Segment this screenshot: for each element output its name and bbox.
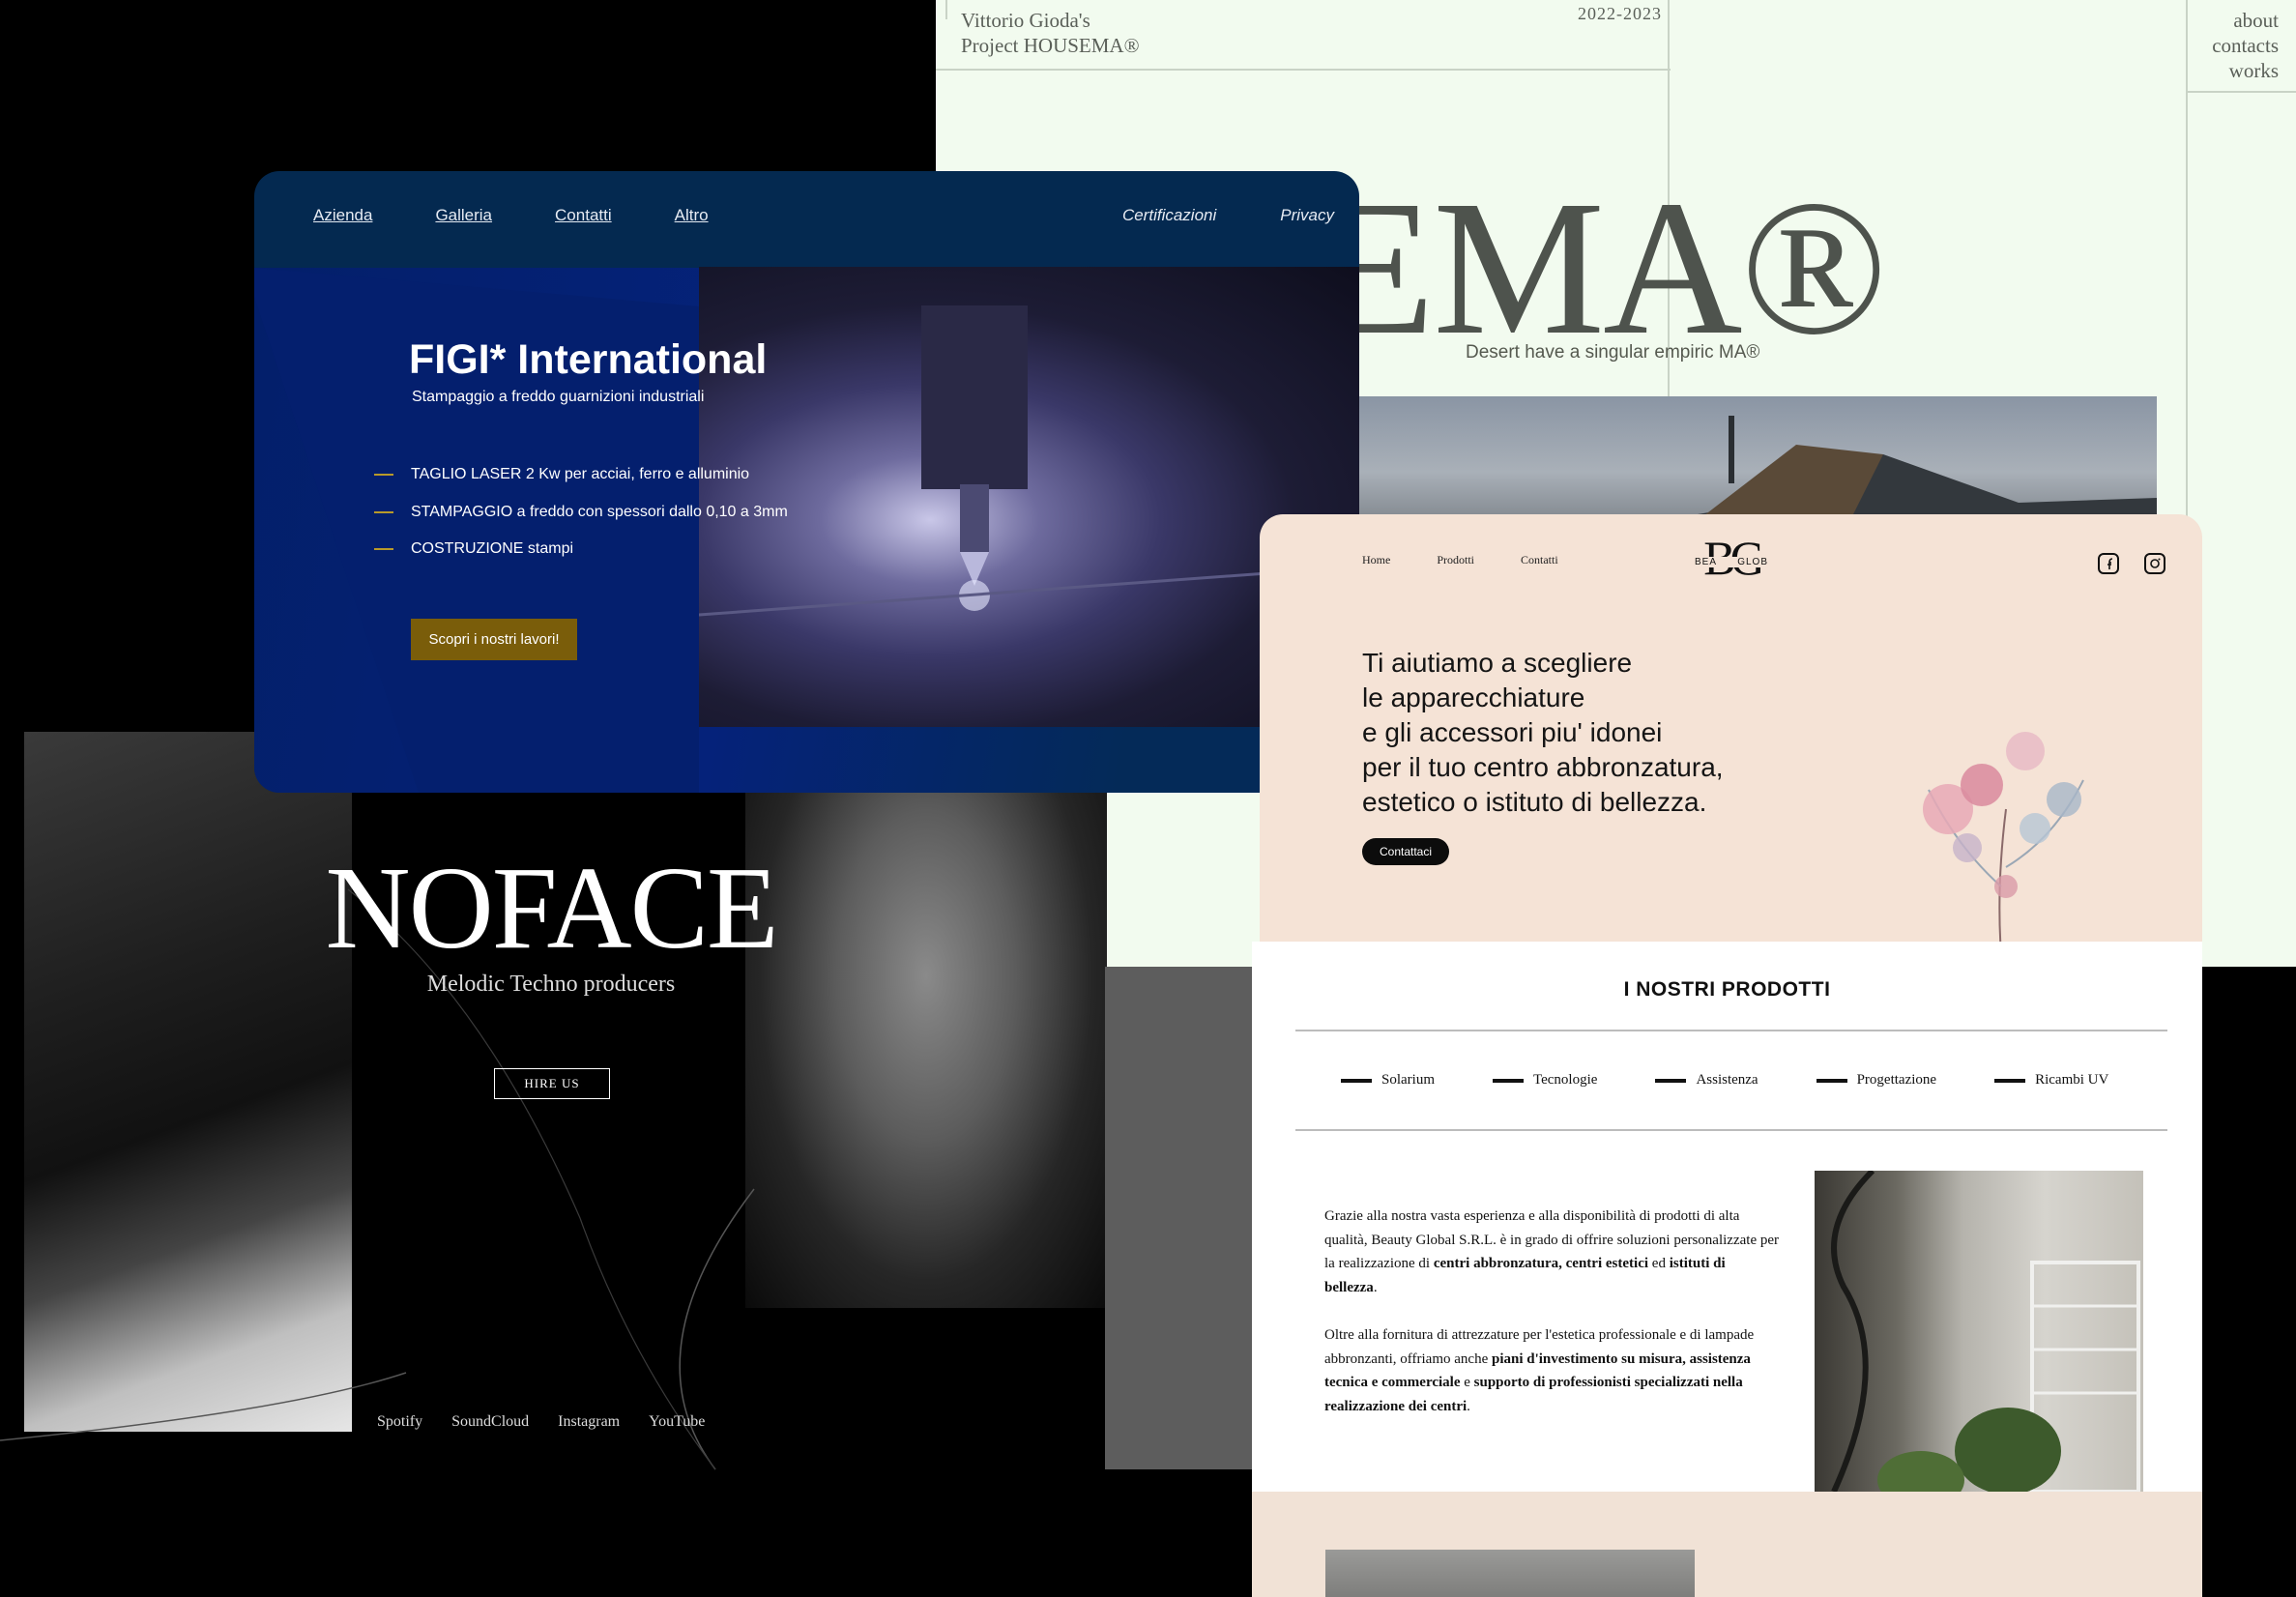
headline-line: estetico o istituto di bellezza. [1362, 787, 1707, 817]
logo-word-right: GLOB [1737, 557, 1768, 567]
about-paragraph-2: Oltre alla fornitura di attrezzature per… [1324, 1323, 1779, 1418]
divider [1295, 1030, 2167, 1031]
noface-social-links: Spotify SoundCloud Instagram YouTube [377, 1413, 705, 1431]
emphasis: centri abbronzatura, centri estetici [1433, 1256, 1649, 1271]
salon-interior-photo [1815, 1168, 2143, 1492]
feature-text: COSTRUZIONE stampi [411, 540, 574, 558]
figi-title: FIGI* International [409, 336, 768, 383]
link-instagram[interactable]: Instagram [558, 1413, 620, 1431]
headline-line: per il tuo centro abbronzatura, [1362, 752, 1724, 782]
category-progettazione[interactable]: Progettazione [1816, 1072, 1936, 1089]
link-spotify[interactable]: Spotify [377, 1413, 422, 1431]
figi-feature-list: TAGLIO LASER 2 Kw per acciai, ferro e al… [374, 456, 788, 568]
category-label: Assistenza [1696, 1072, 1758, 1088]
nav-works[interactable]: works [2212, 58, 2279, 83]
author-line: Vittorio Gioda's [961, 9, 1090, 32]
dash-icon [1341, 1078, 1372, 1083]
category-tecnologie[interactable]: Tecnologie [1493, 1072, 1597, 1089]
decorative-arcs [0, 888, 755, 1470]
logo-word-left: BEA [1695, 557, 1718, 567]
dash-icon [1994, 1078, 2026, 1083]
category-label: Tecnologie [1533, 1072, 1598, 1088]
product-categories: Solarium Tecnologie Assistenza Progettaz… [1341, 1072, 2108, 1089]
category-label: Solarium [1381, 1072, 1435, 1088]
headline-line: le apparecchiature [1362, 682, 1585, 712]
nav-contatti[interactable]: Contatti [1521, 553, 1558, 567]
grid-line [945, 0, 947, 19]
interior-illustration [1831, 1168, 2140, 1492]
dash-icon [374, 474, 393, 477]
noface-subtitle: Melodic Techno producers [426, 972, 676, 997]
gray-background-block [1105, 967, 1252, 1469]
feature-text: STAMPAGGIO a freddo con spessori dallo 0… [411, 503, 788, 520]
about-paragraph-1: Grazie alla nostra vasta esperienza e al… [1324, 1205, 1779, 1299]
dash-icon [374, 510, 393, 513]
gray-image-card [1325, 1550, 1695, 1597]
category-assistenza[interactable]: Assistenza [1655, 1072, 1758, 1089]
project-year: 2022-2023 [1578, 4, 1662, 23]
text: . [1467, 1398, 1470, 1414]
feature-item: TAGLIO LASER 2 Kw per acciai, ferro e al… [374, 456, 788, 494]
category-label: Progettazione [1856, 1072, 1937, 1088]
facebook-glyph [2107, 558, 2113, 569]
grid-line [2186, 91, 2296, 93]
beauty-nav: Home Prodotti Contatti [1362, 553, 1558, 567]
instagram-glyph [2150, 558, 2161, 568]
dash-icon [1493, 1078, 1524, 1083]
nav-galleria[interactable]: Galleria [435, 206, 492, 225]
housema-tagline: Desert have a singular empiric MA® [1466, 342, 1760, 363]
divider [1295, 1129, 2167, 1131]
figi-secondary-nav: Certificazioni Privacy [1122, 206, 1334, 225]
link-youtube[interactable]: YouTube [649, 1413, 705, 1431]
link-soundcloud[interactable]: SoundCloud [451, 1413, 529, 1431]
dash-icon [1816, 1078, 1847, 1083]
project-author: Vittorio Gioda's Project HOUSEMA® [961, 8, 1140, 58]
grid-line [936, 69, 1671, 71]
beauty-global-hero: Home Prodotti Contatti BG BEA GLOB Ti ai… [1260, 514, 2202, 942]
figi-subtitle: Stampaggio a freddo guarnizioni industri… [412, 389, 705, 405]
section-title: I NOSTRI PRODOTTI [1623, 978, 1831, 1001]
text: . [1373, 1279, 1378, 1295]
nav-azienda[interactable]: Azienda [313, 206, 372, 225]
logo-wordmark: BEA GLOB [1695, 557, 1768, 567]
project-name: Project HOUSEMA® [961, 34, 1140, 57]
figi-main-nav: Azienda Galleria Contatti Altro [313, 206, 709, 225]
dash-icon [1655, 1078, 1687, 1083]
contattaci-button[interactable]: Contattaci [1362, 838, 1449, 865]
headline-line: e gli accessori piu' idonei [1362, 717, 1663, 747]
nav-altro[interactable]: Altro [675, 206, 709, 225]
nav-prodotti[interactable]: Prodotti [1437, 553, 1474, 567]
category-solarium[interactable]: Solarium [1341, 1072, 1435, 1089]
nav-privacy[interactable]: Privacy [1280, 206, 1334, 225]
housema-nav: about contacts works [2212, 8, 2279, 83]
facebook-icon[interactable] [2098, 553, 2119, 574]
dash-icon [374, 548, 393, 551]
hire-us-button[interactable]: HIRE US [494, 1068, 610, 1099]
category-ricambi-uv[interactable]: Ricambi UV [1994, 1072, 2108, 1089]
beauty-products-section: I NOSTRI PRODOTTI Solarium Tecnologie As… [1252, 942, 2202, 1492]
discover-works-button[interactable]: Scopri i nostri lavori! [411, 619, 577, 660]
nav-home[interactable]: Home [1362, 553, 1390, 567]
nav-about[interactable]: about [2212, 8, 2279, 33]
noface-panel: NOFACE Melodic Techno producers HIRE US … [0, 677, 1107, 1597]
text: ed [1648, 1256, 1670, 1271]
category-label: Ricambi UV [2035, 1072, 2109, 1088]
text: e [1460, 1375, 1474, 1390]
nav-contatti[interactable]: Contatti [555, 206, 612, 225]
noface-title: NOFACE [325, 843, 778, 973]
feature-item: STAMPAGGIO a freddo con spessori dallo 0… [374, 494, 788, 532]
nav-contacts[interactable]: contacts [2212, 33, 2279, 58]
figi-panel: Azienda Galleria Contatti Altro Certific… [254, 171, 1359, 793]
beauty-headline: Ti aiutiamo a scegliere le apparecchiatu… [1362, 646, 1724, 820]
beauty-global-logo[interactable]: BG BEA GLOB [1693, 534, 1770, 582]
instagram-icon[interactable] [2144, 553, 2165, 574]
headline-line: Ti aiutiamo a scegliere [1362, 648, 1633, 678]
flower-bouquet-illustration [1923, 732, 2084, 942]
feature-text: TAGLIO LASER 2 Kw per acciai, ferro e al… [411, 466, 750, 483]
feature-item: COSTRUZIONE stampi [374, 531, 788, 568]
nav-certificazioni[interactable]: Certificazioni [1122, 206, 1216, 225]
